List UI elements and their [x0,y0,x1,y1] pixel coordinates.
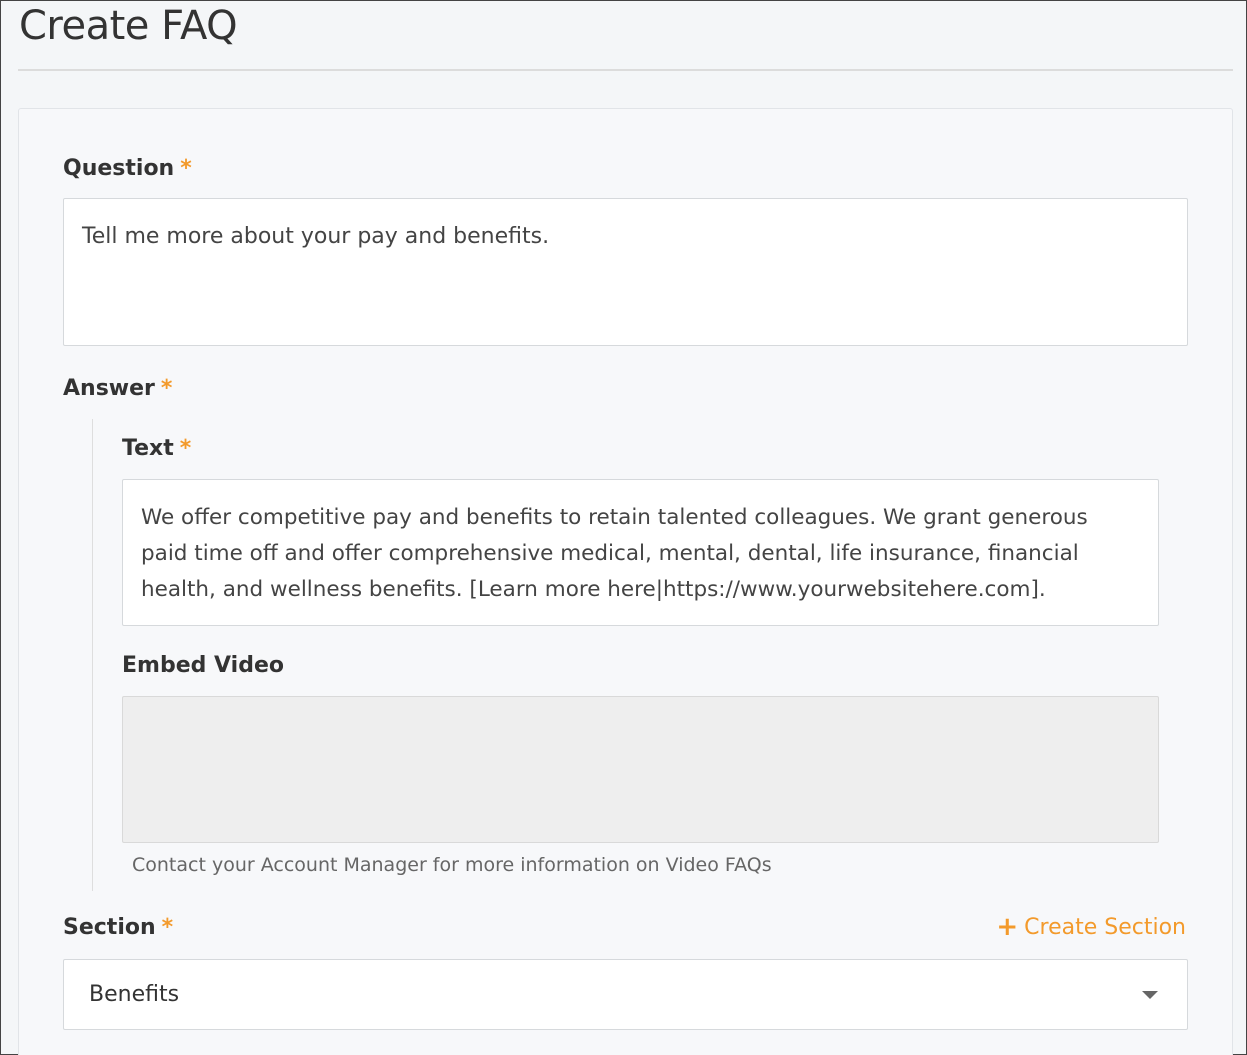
text-label: Text * [122,436,191,461]
section-selected-value: Benefits [89,982,180,1007]
embed-video-help-text: Contact your Account Manager for more in… [132,854,772,876]
answer-indent-rule [92,419,93,891]
section-select[interactable]: Benefits [63,959,1188,1030]
create-section-label: Create Section [1024,914,1186,940]
chevron-down-icon [1142,990,1158,999]
required-marker: * [161,915,174,940]
page-title: Create FAQ [19,3,238,49]
answer-label-text: Answer [63,376,155,401]
answer-text-input[interactable]: We offer competitive pay and benefits to… [122,479,1159,626]
required-marker: * [160,376,173,401]
answer-label: Answer * [63,376,172,401]
answer-text-value: We offer competitive pay and benefits to… [141,505,1088,602]
title-divider [18,69,1233,71]
question-input[interactable]: Tell me more about your pay and benefits… [63,198,1188,346]
create-section-link[interactable]: + Create Section [996,914,1186,940]
required-marker: * [179,436,192,461]
embed-video-input[interactable] [122,696,1159,843]
question-label-text: Question [63,156,175,181]
question-label: Question * [63,156,192,181]
embed-video-label: Embed Video [122,653,284,678]
section-label-text: Section [63,915,156,940]
required-marker: * [180,156,192,181]
plus-icon: + [996,912,1019,942]
section-label: Section * [63,915,173,940]
question-value: Tell me more about your pay and benefits… [82,224,550,249]
text-label-text: Text [122,436,174,461]
